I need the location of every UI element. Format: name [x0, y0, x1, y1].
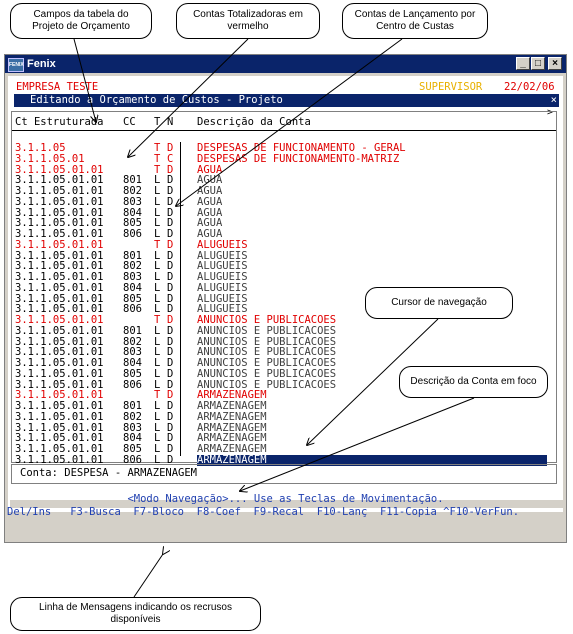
edit-close-icon[interactable]: ×: [551, 94, 557, 107]
callout-mensagens: Linha de Mensagens indicando os recrusos…: [10, 597, 261, 631]
edit-title-bar: Editando a Orçamento de Custos - Projeto…: [14, 94, 559, 107]
data-label: 22/02/06: [504, 81, 555, 93]
edit-title: Editando a Orçamento de Custos - Projeto: [30, 94, 283, 106]
callout-descricao: Descrição da Conta em foco: [399, 366, 548, 398]
empresa-label: EMPRESA TESTE: [16, 81, 99, 93]
cc-cell: 806: [123, 228, 142, 240]
col-cc: CC: [123, 116, 136, 128]
col-ct-estruturada: Ct Estruturada: [15, 116, 104, 128]
status-line: EMPRESA TESTE Loja MATRIZ SUPERVISOR 22/…: [14, 81, 559, 93]
callout-campos: Campos da tabela do Projeto de Orçamento: [10, 3, 152, 39]
function-keys-line: Del/Ins F3-Busca F7-Bloco F8-Coef F9-Rec…: [7, 506, 520, 518]
cc-cell: 806: [123, 303, 142, 316]
header-divider: [12, 130, 556, 131]
descricao-cell: DESPESAS DE FUNCIONAMENTO-MATRIZ: [197, 152, 400, 165]
col-t: T: [154, 116, 161, 128]
cc-cell: 806: [123, 378, 142, 391]
minimize-button[interactable]: _: [516, 57, 530, 70]
col-n: N: [167, 116, 174, 128]
callout-totalizadoras: Contas Totalizadoras em vermelho: [176, 3, 320, 39]
window-title: Fenix: [27, 58, 56, 70]
close-button[interactable]: ×: [548, 57, 562, 70]
loja-label: Loja MATRIZ: [244, 81, 314, 93]
col-descricao: Descrição da Conta: [197, 116, 311, 128]
maximize-button[interactable]: □: [531, 57, 545, 70]
usuario-label: SUPERVISOR: [419, 81, 483, 93]
arrow-mensagens: [133, 554, 163, 598]
title-bar[interactable]: FENIX Fenix _ □ ×: [5, 55, 566, 73]
column-divider: [180, 142, 181, 456]
conta-em-foco: Conta: DESPESA - ARMAZENAGEM: [20, 467, 198, 479]
callout-lancamento: Contas de Lançamento por Centro de Custa…: [342, 3, 488, 39]
mode-message: <Modo Navegação>... Use as Teclas de Mov…: [127, 493, 444, 505]
callout-cursor: Cursor de navegação: [365, 287, 513, 319]
fenix-app-icon: FENIX: [8, 58, 24, 72]
